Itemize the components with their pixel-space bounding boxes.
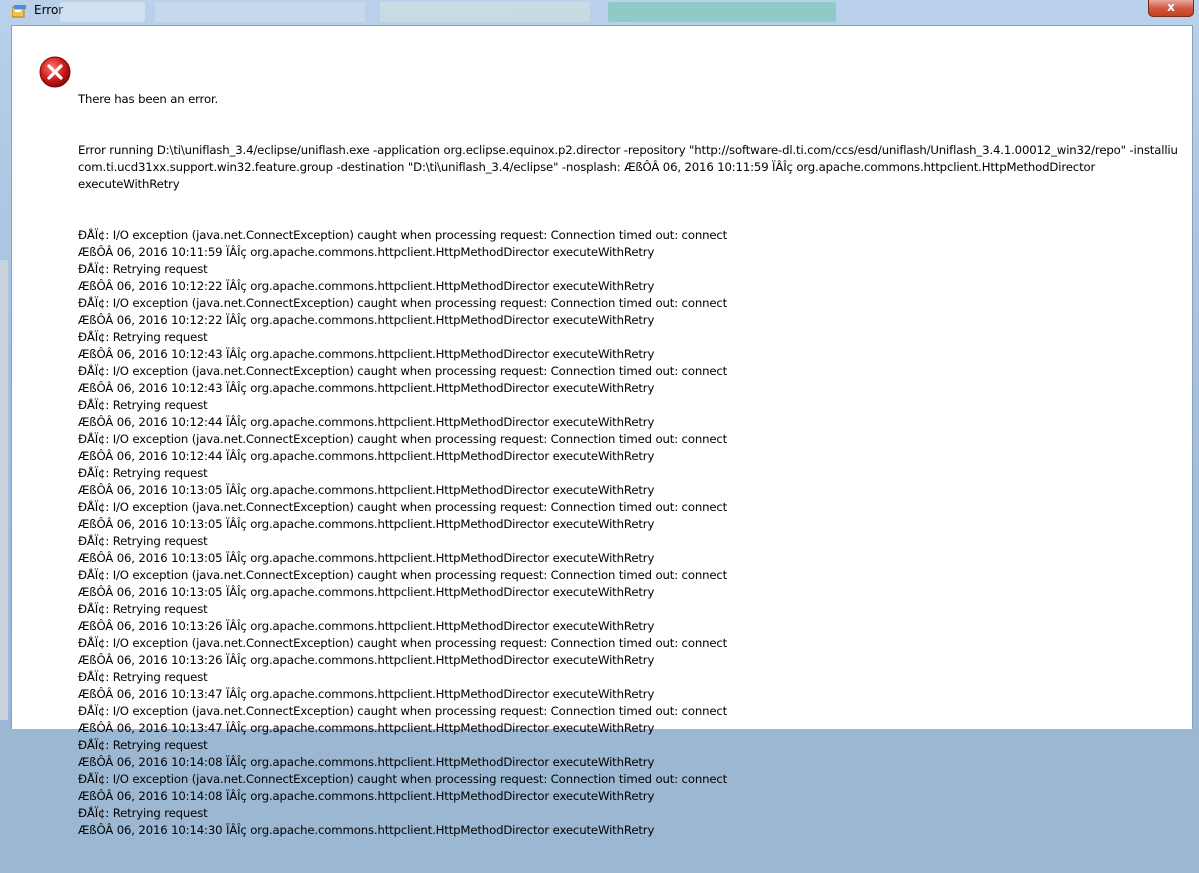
window-title: Error	[34, 3, 64, 17]
log-line: ÐÅÏ¢: I/O exception (java.net.ConnectExc…	[78, 364, 728, 378]
log-line: ÐÅÏ¢: Retrying request	[78, 398, 208, 412]
log-line: ÐÅÏ¢: Retrying request	[78, 670, 208, 684]
log-line: ÆßÔÂ 06, 2016 10:14:08 ÏÂÎç org.apache.c…	[78, 755, 655, 769]
error-heading: There has been an error.	[78, 92, 219, 106]
error-log: ÐÅÏ¢: I/O exception (java.net.ConnectExc…	[78, 227, 1183, 839]
log-line: ÐÅÏ¢: I/O exception (java.net.ConnectExc…	[78, 296, 728, 310]
log-line: ÆßÔÂ 06, 2016 10:12:22 ÏÂÎç org.apache.c…	[78, 279, 655, 293]
log-line: ÐÅÏ¢: Retrying request	[78, 806, 208, 820]
close-button[interactable]: x	[1148, 0, 1194, 17]
log-line: ÆßÔÂ 06, 2016 10:14:30 ÏÂÎç org.apache.c…	[78, 823, 655, 837]
error-icon	[39, 56, 71, 88]
log-line: ÐÅÏ¢: I/O exception (java.net.ConnectExc…	[78, 568, 728, 582]
log-line: ÆßÔÂ 06, 2016 10:14:08 ÏÂÎç org.apache.c…	[78, 789, 655, 803]
log-line: ÆßÔÂ 06, 2016 10:13:05 ÏÂÎç org.apache.c…	[78, 483, 655, 497]
log-line: ÆßÔÂ 06, 2016 10:13:05 ÏÂÎç org.apache.c…	[78, 551, 655, 565]
log-line: ÐÅÏ¢: Retrying request	[78, 602, 208, 616]
log-line: ÆßÔÂ 06, 2016 10:13:05 ÏÂÎç org.apache.c…	[78, 517, 655, 531]
log-line: ÐÅÏ¢: Retrying request	[78, 262, 208, 276]
log-line: ÐÅÏ¢: I/O exception (java.net.ConnectExc…	[78, 500, 728, 514]
log-line: ÆßÔÂ 06, 2016 10:11:59 ÏÂÎç org.apache.c…	[78, 245, 655, 259]
log-line: ÆßÔÂ 06, 2016 10:13:26 ÏÂÎç org.apache.c…	[78, 653, 655, 667]
log-line: ÐÅÏ¢: I/O exception (java.net.ConnectExc…	[78, 704, 728, 718]
log-line: ÆßÔÂ 06, 2016 10:12:44 ÏÂÎç org.apache.c…	[78, 449, 655, 463]
log-line: ÆßÔÂ 06, 2016 10:13:26 ÏÂÎç org.apache.c…	[78, 619, 655, 633]
app-icon	[12, 5, 26, 18]
log-line: ÆßÔÂ 06, 2016 10:12:43 ÏÂÎç org.apache.c…	[78, 347, 655, 361]
log-line: ÐÅÏ¢: Retrying request	[78, 534, 208, 548]
log-line: ÆßÔÂ 06, 2016 10:12:22 ÏÂÎç org.apache.c…	[78, 313, 655, 327]
log-line: ÐÅÏ¢: I/O exception (java.net.ConnectExc…	[78, 432, 728, 446]
log-line: ÐÅÏ¢: Retrying request	[78, 466, 208, 480]
log-line: ÆßÔÂ 06, 2016 10:13:47 ÏÂÎç org.apache.c…	[78, 687, 655, 701]
log-line: ÐÅÏ¢: Retrying request	[78, 738, 208, 752]
log-line: ÐÅÏ¢: I/O exception (java.net.ConnectExc…	[78, 228, 728, 242]
log-line: ÆßÔÂ 06, 2016 10:12:43 ÏÂÎç org.apache.c…	[78, 381, 655, 395]
log-line: ÐÅÏ¢: I/O exception (java.net.ConnectExc…	[78, 636, 728, 650]
error-command: Error running D:\ti\uniflash_3.4/eclipse…	[78, 143, 1178, 191]
error-message: There has been an error. Error running D…	[78, 57, 1183, 873]
log-line: ÆßÔÂ 06, 2016 10:13:05 ÏÂÎç org.apache.c…	[78, 585, 655, 599]
background-taskbar-ghost	[60, 0, 860, 24]
log-line: ÐÅÏ¢: Retrying request	[78, 330, 208, 344]
window-left-edge	[0, 260, 8, 720]
log-line: ÆßÔÂ 06, 2016 10:12:44 ÏÂÎç org.apache.c…	[78, 415, 655, 429]
dialog-body: There has been an error. Error running D…	[11, 25, 1193, 837]
log-line: ÐÅÏ¢: I/O exception (java.net.ConnectExc…	[78, 772, 728, 786]
title-bar[interactable]: Error x	[0, 0, 1199, 24]
